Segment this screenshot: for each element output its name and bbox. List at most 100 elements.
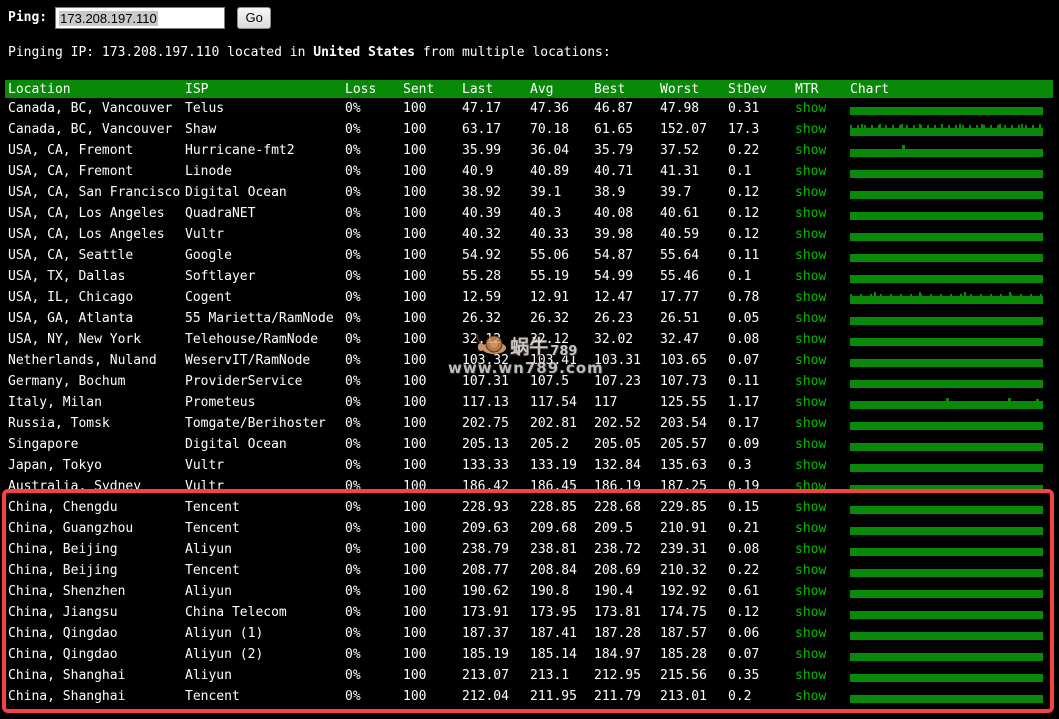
cell-sent: 100: [403, 353, 427, 368]
cell-best: 212.95: [594, 668, 641, 683]
cell-avg: 185.14: [530, 647, 577, 662]
table-row: Japan, Tokyo Vultr 0% 100 133.33 133.19 132.84…: [5, 455, 1053, 476]
cell-chart: [847, 460, 1053, 472]
cell-isp: Hurricane-fmt2: [185, 143, 295, 158]
cell-loss: 0%: [345, 164, 361, 179]
mtr-show-link[interactable]: show: [795, 458, 826, 473]
cell-mtr: show: [792, 689, 847, 704]
ping-input[interactable]: 173.208.197.110: [55, 7, 226, 29]
cell-location: Germany, Bochum: [8, 374, 126, 389]
cell-avg: 47.36: [530, 101, 570, 116]
cell-sent: 100: [403, 122, 427, 137]
mtr-show-link[interactable]: show: [795, 332, 826, 347]
cell-chart: [847, 355, 1053, 367]
latency-sparkline: [850, 589, 1043, 598]
cell-mtr: show: [792, 437, 847, 452]
cell-loss: 0%: [345, 626, 361, 641]
cell-mtr: show: [792, 227, 847, 242]
cell-mtr: show: [792, 668, 847, 683]
mtr-show-link[interactable]: show: [795, 416, 826, 431]
cell-mtr: show: [792, 395, 847, 410]
cell-best: 61.65: [594, 122, 634, 137]
mtr-show-link[interactable]: show: [795, 143, 826, 158]
mtr-show-link[interactable]: show: [795, 563, 826, 578]
mtr-show-link[interactable]: show: [795, 101, 826, 116]
mtr-show-link[interactable]: show: [795, 689, 826, 704]
cell-sent: 100: [403, 584, 427, 599]
mtr-show-link[interactable]: show: [795, 542, 826, 557]
cell-loss: 0%: [345, 542, 361, 557]
mtr-show-link[interactable]: show: [795, 185, 826, 200]
cell-sent: 100: [403, 563, 427, 578]
cell-best: 12.47: [594, 290, 634, 305]
cell-avg: 12.91: [530, 290, 570, 305]
mtr-show-link[interactable]: show: [795, 647, 826, 662]
mtr-show-link[interactable]: show: [795, 227, 826, 242]
latency-sparkline: [850, 316, 1043, 325]
cell-mtr: show: [792, 584, 847, 599]
mtr-show-link[interactable]: show: [795, 626, 826, 641]
cell-stdev: 0.2: [728, 689, 752, 704]
cell-sent: 100: [403, 395, 427, 410]
cell-best: 238.72: [594, 542, 641, 557]
cell-isp: Aliyun: [185, 542, 232, 557]
cell-loss: 0%: [345, 311, 361, 326]
cell-location: Netherlands, Nuland: [8, 353, 157, 368]
mtr-show-link[interactable]: show: [795, 311, 826, 326]
mtr-show-link[interactable]: show: [795, 584, 826, 599]
ping-results-table: Location ISP Loss Sent Last Avg Best Worst StDev…: [5, 80, 1053, 707]
table-row: China, Qingdao Aliyun (2) 0% 100 185.19 185.1…: [5, 644, 1053, 665]
mtr-show-link[interactable]: show: [795, 668, 826, 683]
table-row: USA, IL, Chicago Cogent 0% 100 12.59 12.91 12.…: [5, 287, 1053, 308]
cell-sent: 100: [403, 248, 427, 263]
cell-mtr: show: [792, 626, 847, 641]
cell-isp: Tomgate/Berihoster: [185, 416, 326, 431]
column-header-avg: Avg: [530, 81, 554, 97]
table-row: Canada, BC, Vancouver Telus 0% 100 47.17 47.3…: [5, 98, 1053, 119]
go-button[interactable]: Go: [237, 7, 272, 29]
mtr-show-link[interactable]: show: [795, 122, 826, 137]
latency-sparkline: [850, 442, 1043, 451]
cell-location: China, Shenzhen: [8, 584, 126, 599]
cell-isp: Softlayer: [185, 269, 256, 284]
cell-worst: 187.57: [660, 626, 707, 641]
cell-location: Italy, Milan: [8, 395, 102, 410]
status-country: United States: [313, 45, 416, 60]
cell-sent: 100: [403, 143, 427, 158]
mtr-show-link[interactable]: show: [795, 290, 826, 305]
mtr-show-link[interactable]: show: [795, 605, 826, 620]
cell-stdev: 0.08: [728, 542, 760, 557]
table-body: Canada, BC, Vancouver Telus 0% 100 47.17 47.3…: [5, 98, 1053, 707]
latency-sparkline: [850, 568, 1043, 577]
cell-chart: [847, 334, 1053, 346]
mtr-show-link[interactable]: show: [795, 206, 826, 221]
latency-sparkline: [850, 253, 1043, 262]
mtr-show-link[interactable]: show: [795, 395, 826, 410]
table-header-row: Location ISP Loss Sent Last Avg Best Worst StDev…: [5, 80, 1053, 98]
mtr-show-link[interactable]: show: [795, 269, 826, 284]
cell-loss: 0%: [345, 101, 361, 116]
cell-avg: 238.81: [530, 542, 577, 557]
cell-avg: 187.41: [530, 626, 577, 641]
latency-sparkline: [850, 631, 1043, 640]
cell-location: China, Shanghai: [8, 689, 126, 704]
mtr-show-link[interactable]: show: [795, 521, 826, 536]
ping-form: Ping: 173.208.197.110 Go: [8, 6, 272, 30]
mtr-show-link[interactable]: show: [795, 248, 826, 263]
mtr-show-link[interactable]: show: [795, 500, 826, 515]
mtr-show-link[interactable]: show: [795, 374, 826, 389]
latency-sparkline: [850, 505, 1043, 514]
mtr-show-link[interactable]: show: [795, 164, 826, 179]
cell-location: China, Qingdao: [8, 626, 118, 641]
cell-mtr: show: [792, 647, 847, 662]
mtr-show-link[interactable]: show: [795, 353, 826, 368]
cell-isp: Telehouse/RamNode: [185, 332, 319, 347]
cell-location: Russia, Tomsk: [8, 416, 110, 431]
cell-last: 187.37: [462, 626, 509, 641]
mtr-show-link[interactable]: show: [795, 437, 826, 452]
table-row: USA, CA, Los Angeles Vultr 0% 100 40.32 40.33…: [5, 224, 1053, 245]
cell-avg: 186.45: [530, 479, 577, 494]
cell-isp: Prometeus: [185, 395, 256, 410]
cell-mtr: show: [792, 206, 847, 221]
mtr-show-link[interactable]: show: [795, 479, 826, 494]
